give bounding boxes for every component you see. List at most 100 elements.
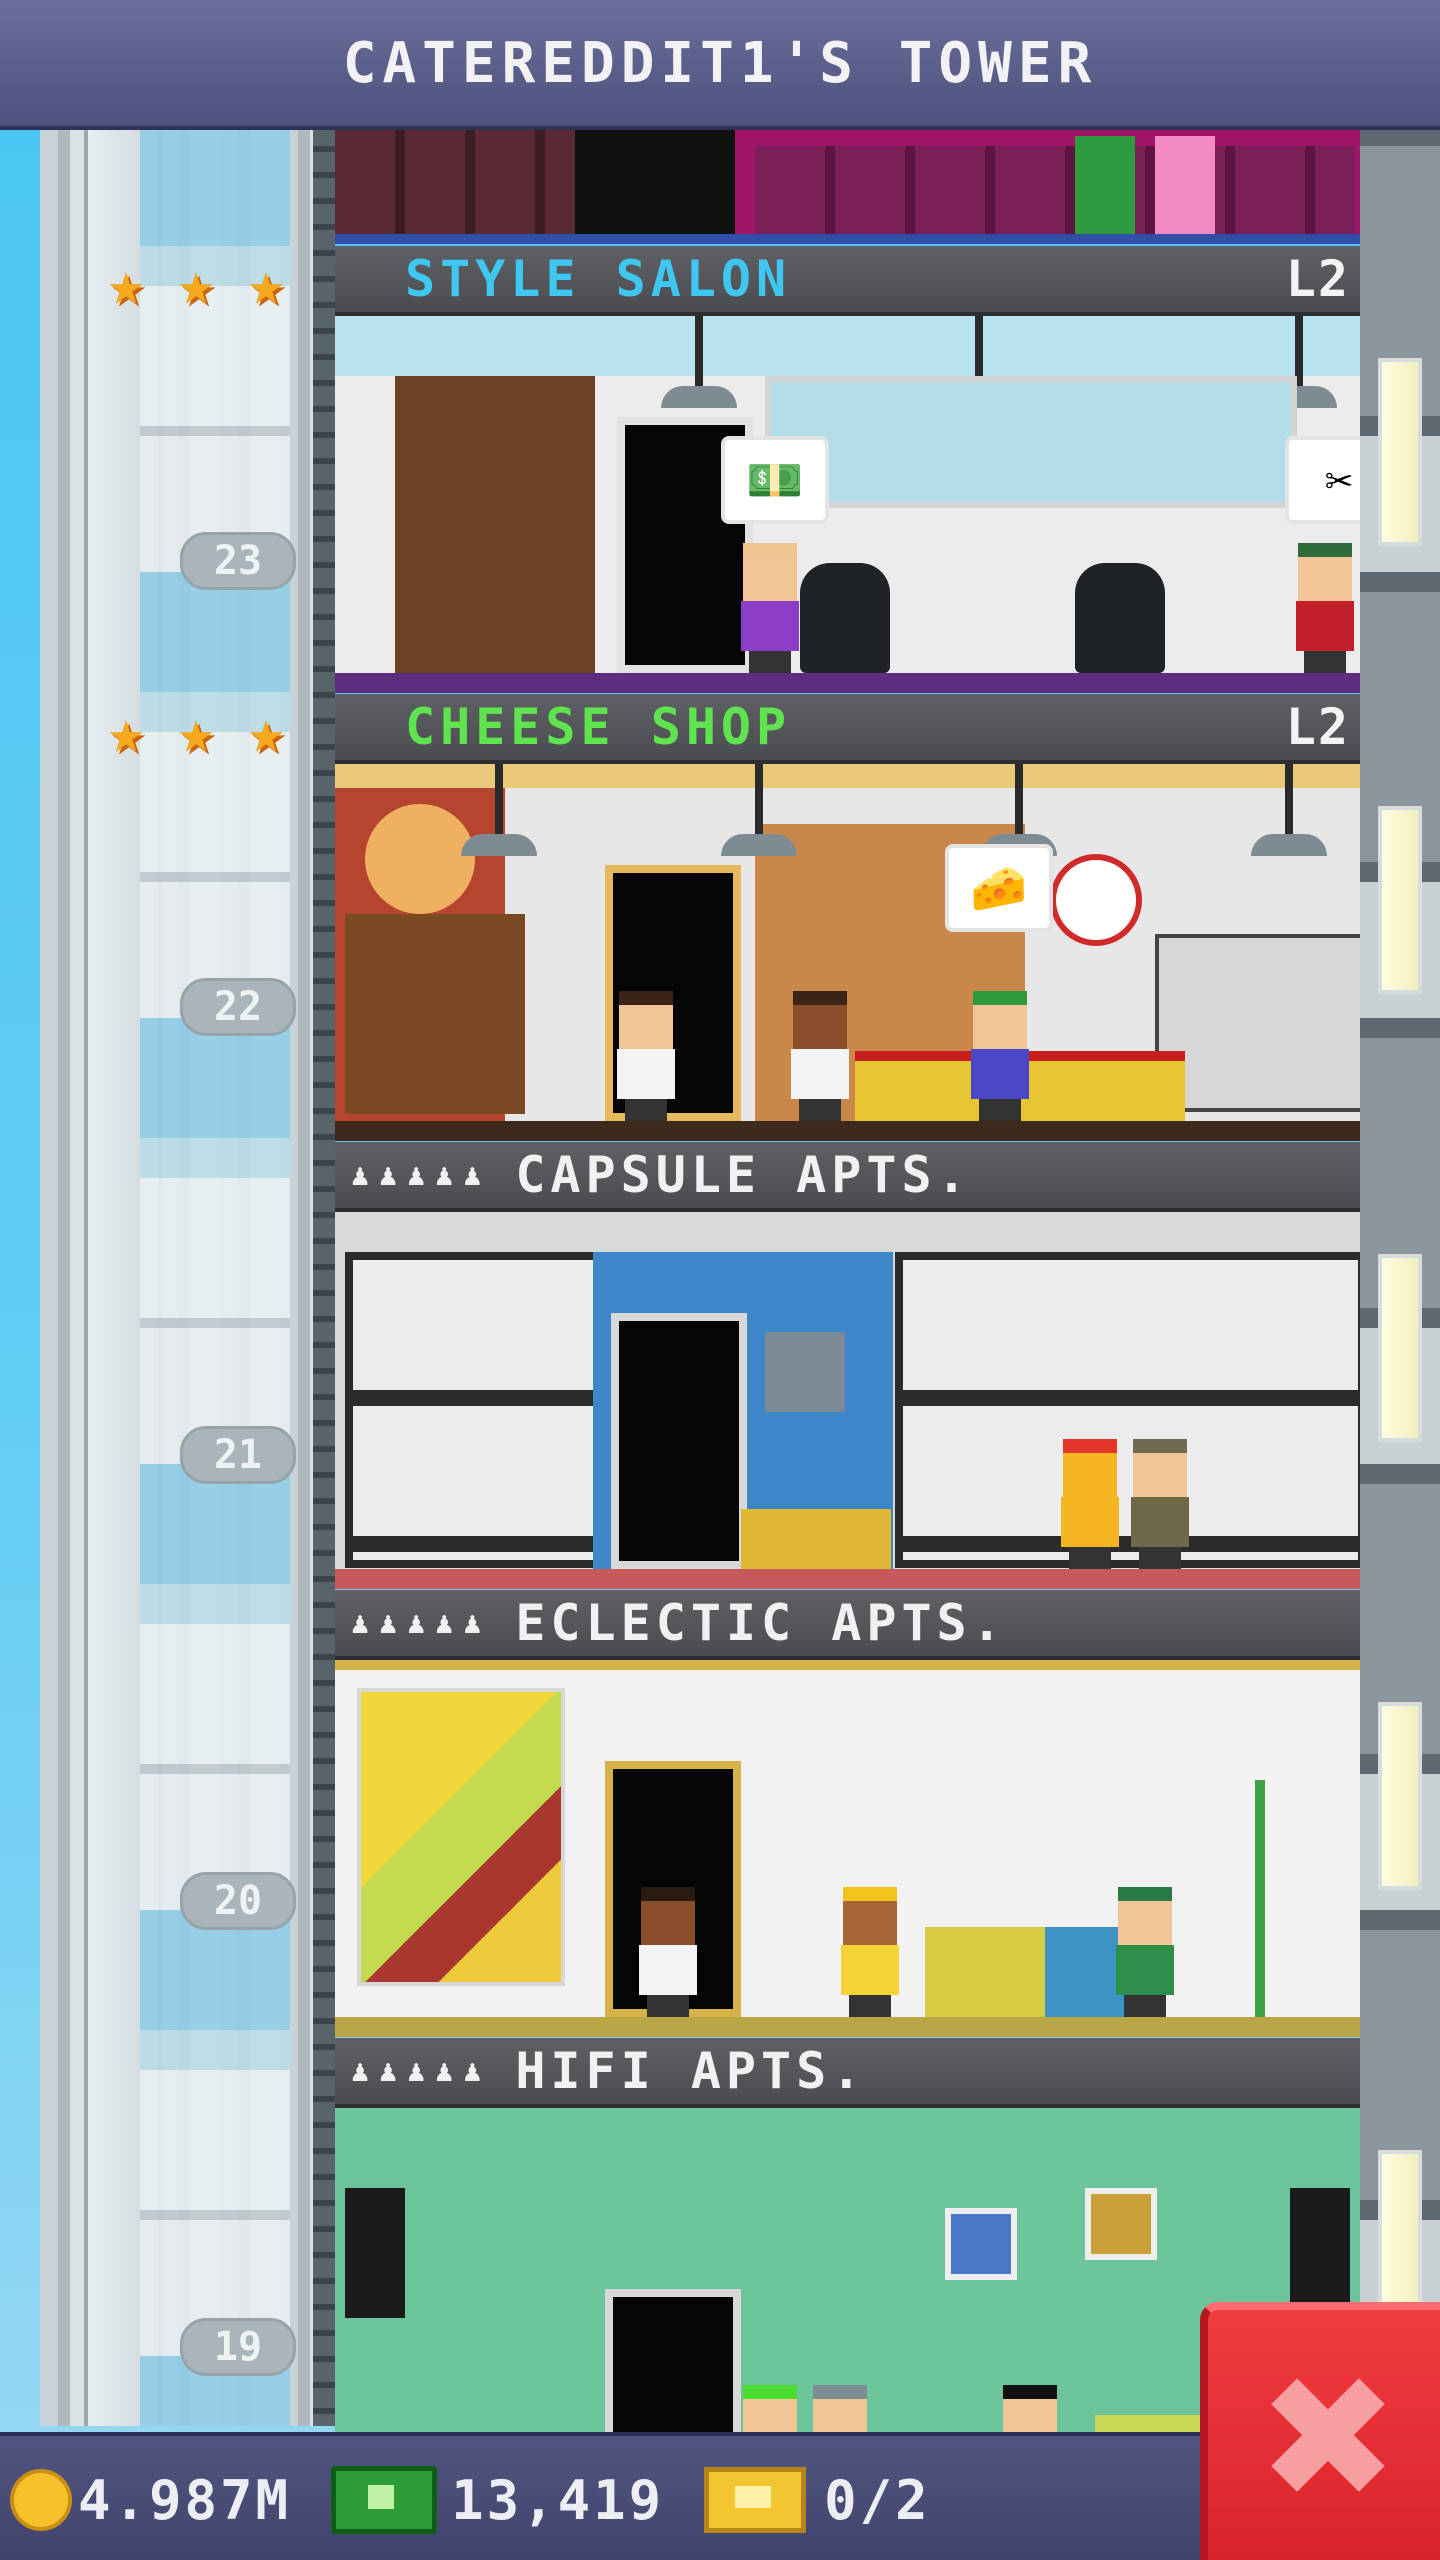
close-button[interactable]: ✖	[1200, 2302, 1440, 2560]
tickets-value: 0/2	[824, 2468, 931, 2532]
lamp-icon	[661, 316, 737, 408]
floor-level: L2	[1285, 250, 1350, 308]
partial-floor-top[interactable]	[335, 126, 1360, 244]
floor-trim	[335, 234, 1360, 244]
star-icon: ★	[247, 697, 285, 767]
shopkeeper-body	[617, 1049, 675, 1099]
cheese-bubble-icon[interactable]: 🧀	[945, 844, 1053, 932]
floor-label: ♟♟♟♟♟ HIFI APTS.	[335, 2038, 1360, 2108]
customer[interactable]	[965, 991, 1035, 1121]
resident-legs	[647, 1995, 689, 2017]
bench	[741, 1509, 891, 1569]
visitor-pink	[1155, 136, 1215, 240]
resident-legs	[1124, 1995, 1166, 2017]
capsule-bunks	[345, 1252, 601, 1568]
cheese-wheel	[365, 804, 475, 914]
coins-stat[interactable]: 4.987M	[0, 2469, 291, 2532]
floor-number-22: 22	[180, 978, 296, 1036]
lamp-icon	[721, 764, 797, 856]
speaker	[1290, 2188, 1350, 2318]
visitor-green	[1075, 136, 1135, 240]
floor-label: CHEESE SHOP L2	[335, 694, 1360, 764]
theater-seats-left	[335, 126, 575, 244]
lamp-icon	[981, 764, 1057, 856]
floor-name: CAPSULE APTS.	[515, 1146, 972, 1204]
resident-body	[639, 1945, 697, 1995]
no-smoking-sign	[1050, 854, 1142, 946]
customer-body	[741, 601, 799, 651]
resident-body	[841, 1945, 899, 1995]
game-screen: CATEREDDIT1'S TOWER 23 22 21 20 19 ★ ★ ★…	[0, 0, 1440, 2560]
display-case	[1155, 934, 1360, 1112]
resident[interactable]	[633, 1887, 703, 2017]
floor-number-19: 19	[180, 2318, 296, 2376]
lamp-icon	[1251, 764, 1327, 856]
resident[interactable]	[835, 1887, 905, 2017]
residents-icon: ♟♟♟♟♟	[351, 2053, 492, 2089]
customer-legs	[749, 651, 791, 673]
salon-room: 💵 ✂	[335, 316, 1360, 693]
bookshelf	[395, 376, 595, 676]
wall-frame	[945, 2208, 1017, 2280]
star-icon: ★	[247, 249, 285, 319]
floor-trim	[335, 673, 1360, 693]
resident[interactable]	[1110, 1887, 1180, 2017]
speaker	[345, 2188, 405, 2318]
floor-eclectic-apts[interactable]: ♟♟♟♟♟ ECLECTIC APTS.	[335, 1590, 1360, 2037]
star-icon: ★	[107, 249, 145, 319]
resident-body	[1131, 1497, 1189, 1547]
resident-legs	[849, 1995, 891, 2017]
floor-label: STYLE SALON L2	[335, 246, 1360, 316]
resident-legs	[1139, 1547, 1181, 1569]
floor-style-salon[interactable]: STYLE SALON L2 💵 ✂	[335, 246, 1360, 693]
elevator-door	[611, 1313, 747, 1569]
floor-number-20: 20	[180, 1872, 296, 1930]
close-icon: ✖	[1256, 2340, 1400, 2538]
stylist-body	[1296, 601, 1354, 651]
floor-label: ♟♟♟♟♟ CAPSULE APTS.	[335, 1142, 1360, 1212]
shopkeeper[interactable]	[611, 991, 681, 1121]
customer[interactable]	[735, 543, 805, 673]
title-bar: CATEREDDIT1'S TOWER	[0, 0, 1440, 130]
theater-seats-right	[755, 146, 1355, 236]
mirror	[765, 376, 1297, 508]
resident[interactable]	[1125, 1439, 1195, 1569]
coins-value: 4.987M	[78, 2468, 292, 2532]
bux-stat[interactable]: 13,419	[331, 2466, 664, 2534]
floor-trim	[335, 2017, 1360, 2037]
money-bubble-icon[interactable]: 💵	[721, 436, 829, 524]
resident[interactable]	[1055, 1439, 1125, 1569]
elevator-glass	[140, 126, 290, 2426]
bux-icon	[331, 2466, 438, 2534]
exterior-window	[1378, 806, 1422, 994]
customer-body	[971, 1049, 1029, 1099]
tickets-stat[interactable]: 0/2	[704, 2467, 931, 2533]
ticket-icon	[704, 2467, 807, 2533]
resident-legs	[1069, 1547, 1111, 1569]
elevator-shaft[interactable]: 23 22 21 20 19	[40, 126, 335, 2426]
floor-name: CHEESE SHOP	[405, 698, 792, 756]
floor-number-21: 21	[180, 1426, 296, 1484]
stylist[interactable]	[1290, 543, 1360, 673]
exterior-window	[1378, 1702, 1422, 1890]
eclectic-room	[335, 1660, 1360, 2037]
floor-lamp-icon	[1255, 1780, 1265, 2017]
scissors-bubble-icon[interactable]: ✂	[1285, 436, 1360, 524]
shopkeeper[interactable]	[785, 991, 855, 1121]
abstract-painting	[357, 1688, 565, 1986]
stylist-legs	[1304, 651, 1346, 673]
star-icon: ★	[177, 697, 215, 767]
shopkeeper-legs	[799, 1099, 841, 1121]
shopkeeper-legs	[625, 1099, 667, 1121]
floor-cheese-shop[interactable]: CHEESE SHOP L2 🧀	[335, 694, 1360, 1141]
floor-name: STYLE SALON	[405, 250, 792, 308]
floor-capsule-apts[interactable]: ♟♟♟♟♟ CAPSULE APTS.	[335, 1142, 1360, 1589]
coin-icon	[10, 2469, 72, 2531]
capsule-room	[335, 1212, 1360, 1589]
floor-name: HIFI APTS.	[515, 2042, 867, 2100]
star-icon: ★	[107, 697, 145, 767]
exterior-window	[1378, 358, 1422, 546]
resident-body	[1061, 1497, 1119, 1547]
floor-trim	[335, 1121, 1360, 1141]
cheese-shelf	[345, 914, 525, 1114]
